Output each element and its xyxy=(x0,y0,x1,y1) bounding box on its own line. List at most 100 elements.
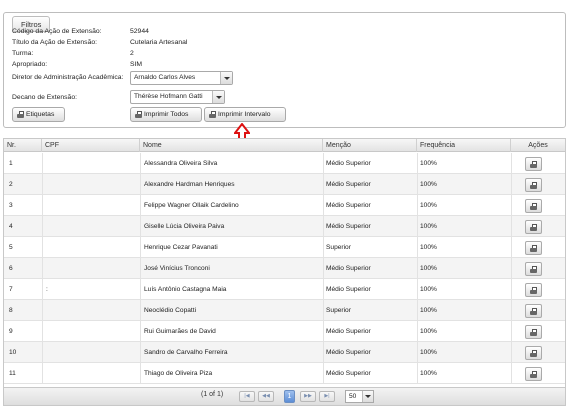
cell-mencao: Médio Superior xyxy=(326,370,371,377)
column-divider xyxy=(323,363,324,384)
column-divider xyxy=(417,258,418,279)
col-header-nr[interactable]: Nr. xyxy=(4,139,42,152)
column-divider xyxy=(511,342,512,363)
column-divider xyxy=(140,195,141,216)
cell-nr: 9 xyxy=(9,328,13,335)
column-divider xyxy=(42,153,43,174)
column-divider xyxy=(417,279,418,300)
column-divider xyxy=(42,258,43,279)
col-header-frequencia[interactable]: Frequência xyxy=(417,139,511,152)
rows-per-page-select[interactable]: 50 xyxy=(345,390,374,403)
cell-mencao: Médio Superior xyxy=(326,223,371,230)
col-header-mencao[interactable]: Menção xyxy=(323,139,417,152)
cell-nr: 7 xyxy=(9,286,13,293)
etiquetas-button-label: Etiquetas xyxy=(26,111,55,118)
column-divider xyxy=(511,279,512,300)
column-divider xyxy=(323,153,324,174)
print-row-button[interactable] xyxy=(525,304,542,318)
chevron-down-icon[interactable] xyxy=(212,91,224,103)
column-divider xyxy=(511,153,512,174)
current-page-button[interactable]: 1 xyxy=(284,390,295,403)
print-row-button[interactable] xyxy=(525,283,542,297)
table-row[interactable]: 7: Luís Antônio Castagna Maia Médio Superi… xyxy=(4,279,565,300)
etiquetas-button[interactable]: Etiquetas xyxy=(12,107,65,122)
table-row[interactable]: 6 José Vinícius Tronconi Médio Superior 100… xyxy=(4,258,565,279)
print-row-button[interactable] xyxy=(525,178,542,192)
print-row-button[interactable] xyxy=(525,262,542,276)
printer-icon xyxy=(530,350,537,357)
cell-nr: 2 xyxy=(9,181,13,188)
table-row[interactable]: 10 Sandro de Carvalho Ferreira Médio Super… xyxy=(4,342,565,363)
cell-nome: Alexandre Hardman Henriques xyxy=(144,181,235,188)
table-row[interactable]: 2 Alexandre Hardman Henriques Médio Superi… xyxy=(4,174,565,195)
printer-icon xyxy=(530,266,537,273)
cell-mencao: Superior xyxy=(326,244,351,251)
column-divider xyxy=(323,300,324,321)
rows-per-page-value: 50 xyxy=(349,393,357,400)
print-row-button[interactable] xyxy=(525,367,542,381)
printer-icon xyxy=(17,111,24,118)
cell-nr: 5 xyxy=(9,244,13,251)
column-divider xyxy=(323,258,324,279)
field-value: 2 xyxy=(130,50,134,57)
column-divider xyxy=(417,300,418,321)
field-value: 52944 xyxy=(130,28,149,35)
column-divider xyxy=(42,363,43,384)
column-divider xyxy=(511,300,512,321)
cell-frequencia: 100% xyxy=(420,181,437,188)
column-divider xyxy=(511,321,512,342)
first-page-icon[interactable]: |◀ xyxy=(239,391,255,402)
column-divider xyxy=(140,237,141,258)
printer-icon xyxy=(530,371,537,378)
prev-page-icon[interactable]: ◀◀ xyxy=(258,391,274,402)
col-header-cpf[interactable]: CPF xyxy=(42,139,140,152)
printer-icon xyxy=(530,287,537,294)
column-divider xyxy=(417,153,418,174)
print-row-button[interactable] xyxy=(525,325,542,339)
column-divider xyxy=(511,195,512,216)
col-header-nome[interactable]: Nome xyxy=(140,139,323,152)
table-row[interactable]: 4 Giselle Lúcia Oliveira Paiva Médio Super… xyxy=(4,216,565,237)
col-header-acoes: Ações xyxy=(528,142,548,149)
chevron-down-icon[interactable] xyxy=(362,391,373,402)
cell-mencao: Médio Superior xyxy=(326,265,371,272)
chevron-down-icon[interactable] xyxy=(220,72,232,84)
cell-mencao: Médio Superior xyxy=(326,160,371,167)
print-row-button[interactable] xyxy=(525,220,542,234)
table-row[interactable]: 5 Henrique Cezar Pavanati Superior 100% xyxy=(4,237,565,258)
column-divider xyxy=(42,237,43,258)
table-row[interactable]: 8 Neoclédio Copatti Superior 100% xyxy=(4,300,565,321)
field-value: SIM xyxy=(130,61,143,68)
filters-panel: Filtros Código da Ação de Extensão: 5294… xyxy=(3,12,566,128)
table-row[interactable]: 1 Alessandra Oliveira Silva Médio Superior… xyxy=(4,153,565,174)
cell-nr: 8 xyxy=(9,307,13,314)
table-row[interactable]: 9 Rui Guimarães de David Médio Superior 100… xyxy=(4,321,565,342)
printer-icon xyxy=(135,111,142,118)
print-row-button[interactable] xyxy=(525,157,542,171)
imprimir-intervalo-button[interactable]: Imprimir Intervalo xyxy=(204,107,286,122)
print-row-button[interactable] xyxy=(525,346,542,360)
cell-nome: Neoclédio Copatti xyxy=(144,307,197,314)
printer-icon xyxy=(530,161,537,168)
table-header: Nr. CPF Nome Menção Frequência Ações xyxy=(4,139,565,152)
last-page-icon[interactable]: ▶| xyxy=(319,391,335,402)
decano-select-value: Thérèse Hofmann Gatti xyxy=(134,93,203,100)
print-row-button[interactable] xyxy=(525,199,542,213)
next-page-icon[interactable]: ▶▶ xyxy=(300,391,316,402)
table-row[interactable]: 3 Felippe Wagner Ollaik Cardelino Médio Su… xyxy=(4,195,565,216)
decano-select[interactable]: Thérèse Hofmann Gatti xyxy=(130,90,225,104)
table-row[interactable]: 11 Thiago de Oliveira Piza Médio Superior 1… xyxy=(4,363,565,384)
printer-icon xyxy=(209,111,216,118)
diretor-select[interactable]: Arnaldo Carlos Alves xyxy=(130,71,233,85)
print-row-button[interactable] xyxy=(525,241,542,255)
column-divider xyxy=(511,174,512,195)
column-divider xyxy=(511,216,512,237)
column-divider xyxy=(140,321,141,342)
imprimir-todos-button[interactable]: Imprimir Todos xyxy=(130,107,202,122)
printer-icon xyxy=(530,245,537,252)
column-divider xyxy=(42,279,43,300)
cell-mencao: Médio Superior xyxy=(326,349,371,356)
column-divider xyxy=(42,300,43,321)
column-divider xyxy=(140,300,141,321)
imprimir-todos-button-label: Imprimir Todos xyxy=(144,111,189,118)
